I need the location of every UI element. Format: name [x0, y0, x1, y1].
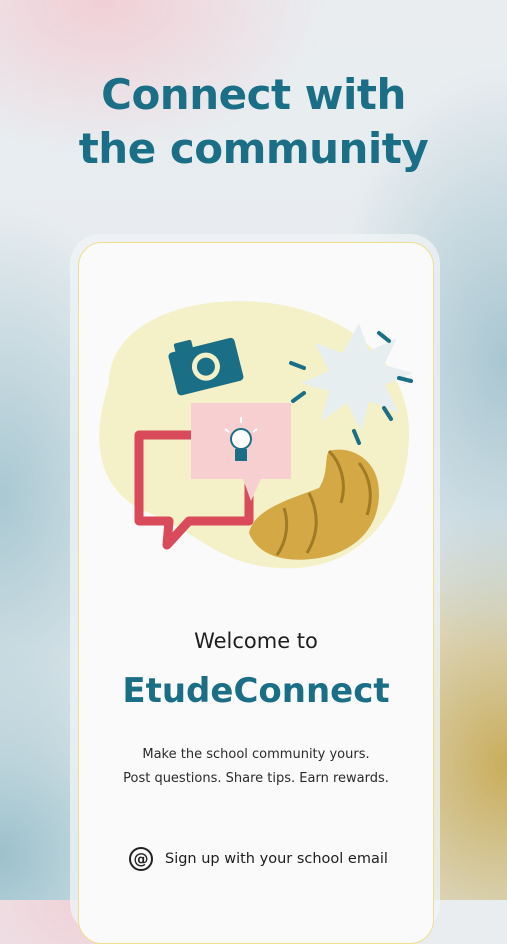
headline: Connect with the community — [0, 68, 507, 176]
tagline: Make the school community yours. Post qu… — [79, 743, 433, 791]
welcome-illustration — [99, 301, 413, 569]
tagline-line-2: Post questions. Share tips. Earn rewards… — [123, 771, 389, 786]
app-name: EtudeConnect — [122, 671, 390, 711]
signup-email-label: Sign up with your school email — [165, 851, 388, 867]
at-icon: @ — [129, 847, 153, 871]
signup-email-button[interactable]: @ Sign up with your school email — [129, 843, 388, 875]
tagline-line-1: Make the school community yours. — [142, 747, 370, 762]
phone-screen: Welcome to EtudeConnect Make the school … — [78, 242, 434, 944]
headline-line-2: the community — [78, 124, 429, 173]
welcome-text: Welcome to — [194, 629, 318, 653]
headline-line-1: Connect with — [101, 70, 406, 119]
